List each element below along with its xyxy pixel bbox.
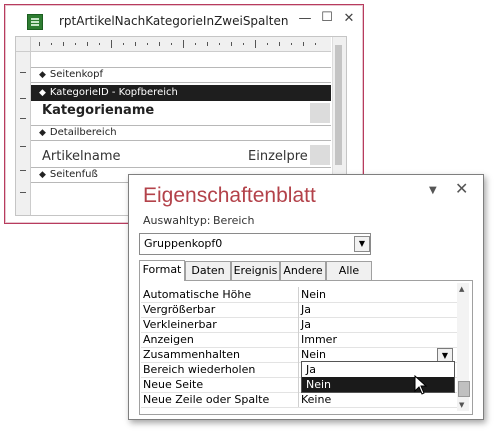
property-value[interactable]: Nein bbox=[301, 288, 326, 301]
field-unit-price[interactable]: Einzelprei bbox=[248, 149, 308, 164]
section-page-header[interactable]: ◆ Seitenkopf bbox=[31, 67, 331, 83]
control-block[interactable] bbox=[310, 103, 330, 123]
scrollbar-thumb[interactable] bbox=[458, 381, 470, 397]
chevron-down-icon[interactable]: ▼ bbox=[429, 185, 437, 196]
ruler-corner[interactable] bbox=[16, 37, 31, 52]
property-name: Anzeigen bbox=[143, 333, 194, 346]
tab-format[interactable]: Format bbox=[139, 260, 185, 281]
section-arrow-icon: ◆ bbox=[39, 70, 46, 80]
close-icon[interactable]: ✕ bbox=[455, 179, 468, 198]
report-titlebar[interactable]: rptArtikelNachKategorieInZweiSpalten — ☐… bbox=[5, 5, 363, 35]
section-label: Seitenkopf bbox=[49, 69, 104, 80]
property-value[interactable]: Nein bbox=[301, 348, 326, 361]
property-name: Bereich wiederholen bbox=[143, 363, 256, 376]
property-name: Vergrößerbar bbox=[143, 303, 216, 316]
selection-type-value: Bereich bbox=[213, 214, 255, 227]
property-value[interactable]: Ja bbox=[301, 318, 311, 331]
report-icon bbox=[27, 14, 43, 30]
property-name: Verkleinerbar bbox=[143, 318, 217, 331]
property-row[interactable]: Verkleinerbar Ja bbox=[141, 317, 457, 333]
property-row[interactable]: Neue Zeile oder Spalte Keine bbox=[141, 392, 457, 408]
selection-type-label: Auswahltyp: bbox=[143, 214, 211, 227]
dropdown-option-selected[interactable]: Nein bbox=[302, 377, 454, 392]
property-row[interactable]: Anzeigen Immer bbox=[141, 332, 457, 348]
field-article-name[interactable]: Artikelname bbox=[42, 149, 121, 164]
dropdown-option[interactable]: Ja bbox=[302, 362, 454, 377]
property-name: Neue Seite bbox=[143, 378, 204, 391]
section-arrow-icon: ◆ bbox=[39, 128, 46, 138]
maximize-icon[interactable]: ☐ bbox=[317, 10, 337, 25]
tab-andere[interactable]: Andere bbox=[280, 261, 326, 280]
scrollbar-thumb[interactable] bbox=[335, 45, 342, 165]
section-detail[interactable]: ◆ Detailbereich bbox=[31, 125, 331, 141]
mouse-cursor-icon bbox=[414, 375, 428, 395]
property-value[interactable]: Ja bbox=[301, 303, 311, 316]
property-name: Zusammenhalten bbox=[143, 348, 240, 361]
section-arrow-icon: ◆ bbox=[39, 88, 46, 98]
chevron-down-icon[interactable]: ▼ bbox=[354, 236, 370, 252]
tab-ereignis[interactable]: Ereignis bbox=[231, 261, 280, 280]
property-name: Neue Zeile oder Spalte bbox=[143, 393, 270, 406]
dropdown-list[interactable]: Ja Nein bbox=[301, 361, 455, 393]
section-label: Detailbereich bbox=[49, 127, 117, 138]
property-value[interactable]: Immer bbox=[301, 333, 337, 346]
property-sheet-title: Eigenschaftenblatt bbox=[143, 184, 316, 207]
property-name: Automatische Höhe bbox=[143, 288, 252, 301]
section-label: KategorieID - Kopfbereich bbox=[49, 87, 178, 98]
property-value[interactable]: Keine bbox=[301, 393, 331, 406]
object-select[interactable]: Gruppenkopf0 ▼ bbox=[139, 233, 371, 255]
tab-alle[interactable]: Alle bbox=[326, 261, 372, 280]
scroll-down-icon[interactable]: ▼ bbox=[459, 401, 464, 409]
vertical-ruler[interactable] bbox=[16, 52, 31, 215]
control-block[interactable] bbox=[310, 145, 330, 165]
minimize-icon[interactable]: — bbox=[295, 11, 315, 26]
scroll-up-icon[interactable]: ▲ bbox=[459, 285, 464, 293]
section-group-header[interactable]: ◆ KategorieID - Kopfbereich bbox=[31, 85, 331, 101]
close-icon[interactable]: ✕ bbox=[339, 11, 359, 26]
property-row[interactable]: Automatische Höhe Nein bbox=[141, 287, 457, 303]
report-title: rptArtikelNachKategorieInZweiSpalten bbox=[59, 14, 289, 28]
property-sheet-panel[interactable]: Eigenschaftenblatt ▼ ✕ Auswahltyp: Berei… bbox=[128, 174, 484, 420]
object-select-value: Gruppenkopf0 bbox=[144, 237, 223, 250]
section-arrow-icon: ◆ bbox=[39, 170, 46, 180]
tab-daten[interactable]: Daten bbox=[185, 261, 231, 280]
section-label: Seitenfuß bbox=[49, 169, 98, 180]
property-row[interactable]: Vergrößerbar Ja bbox=[141, 302, 457, 318]
horizontal-ruler[interactable] bbox=[31, 37, 331, 52]
field-category-name[interactable]: Kategoriename bbox=[42, 103, 154, 118]
